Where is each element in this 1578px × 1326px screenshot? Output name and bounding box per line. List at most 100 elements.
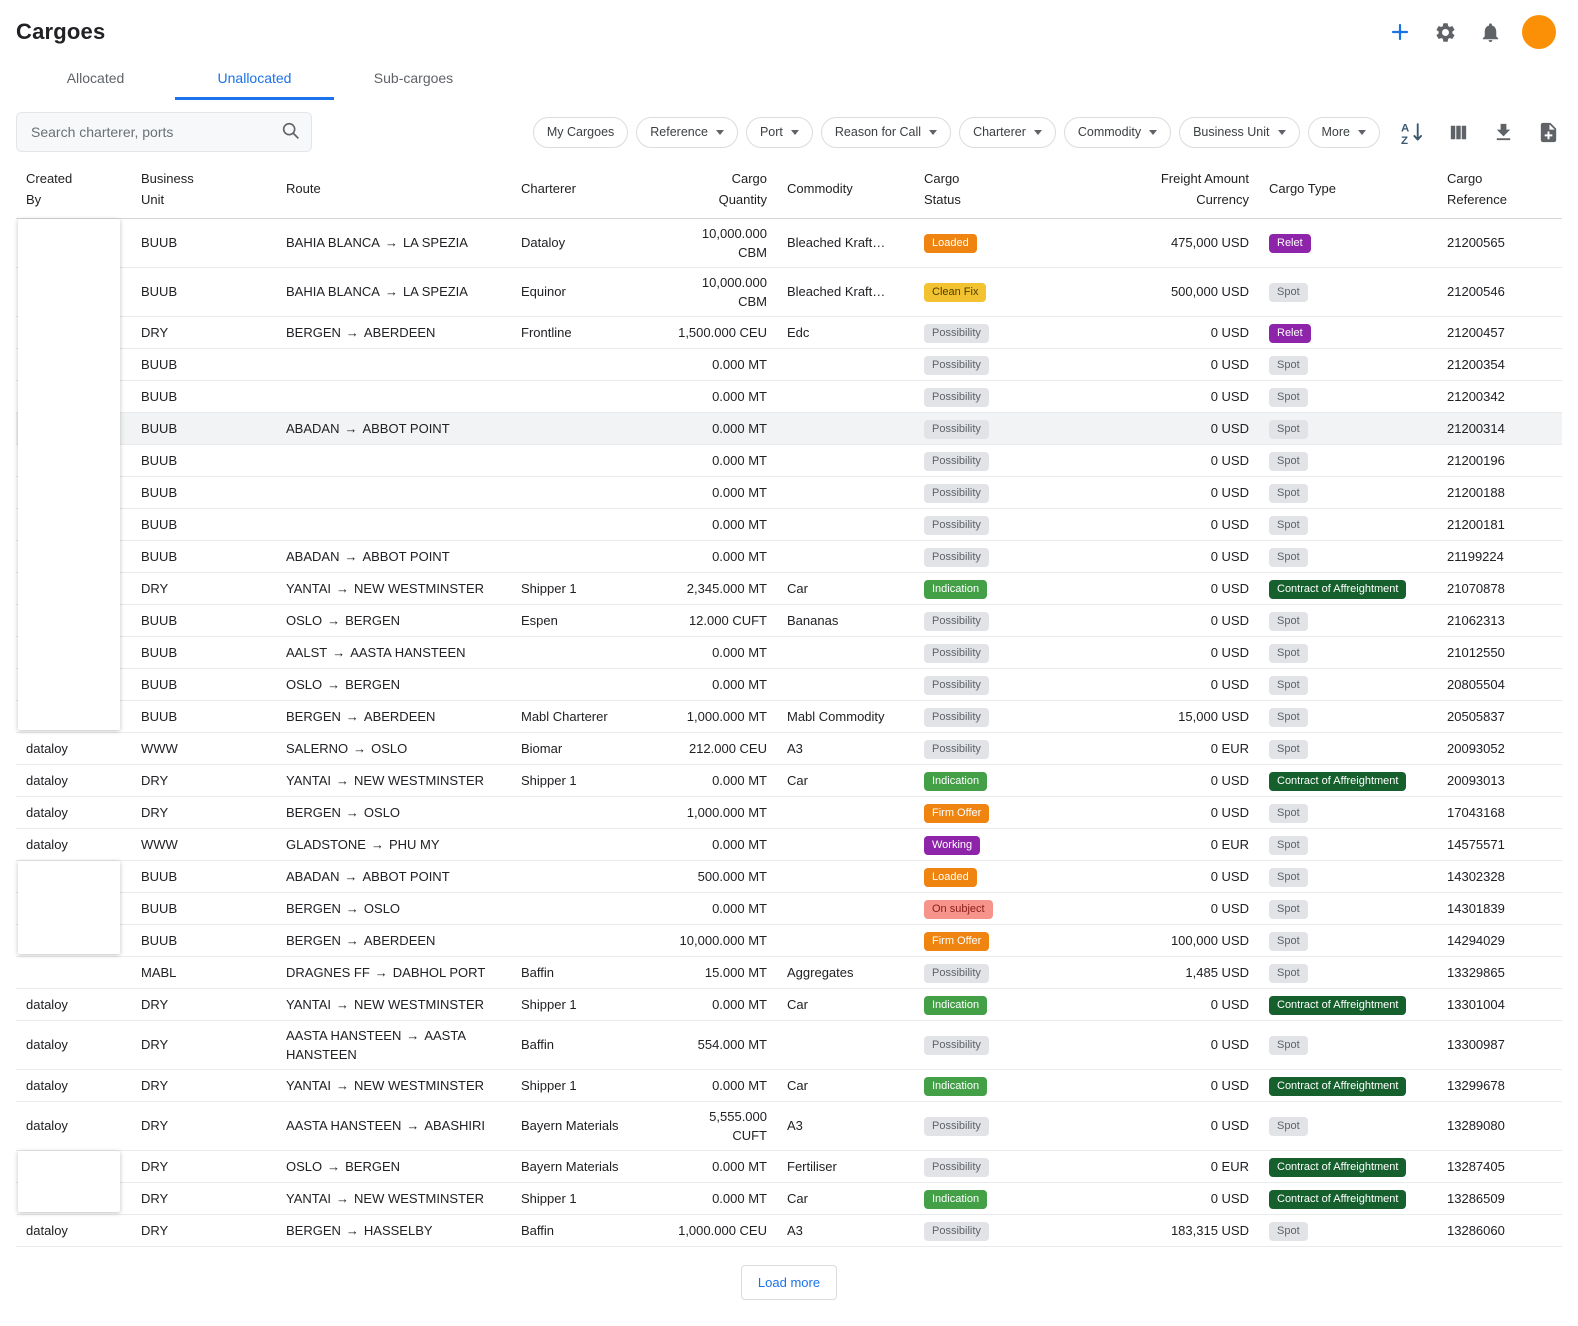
tab-allocated[interactable]: Allocated bbox=[16, 58, 175, 100]
table-row[interactable]: BUUB OSLO→BERGEN 0.000 MT Possibility 0 … bbox=[16, 668, 1562, 700]
filter-my-cargoes[interactable]: My Cargoes bbox=[533, 117, 628, 148]
table-row[interactable]: dataloy DRY YANTAI→NEW WESTMINSTER Shipp… bbox=[16, 1069, 1562, 1101]
table-row[interactable]: dataloy DRY YANTAI→NEW WESTMINSTER Shipp… bbox=[16, 764, 1562, 796]
column-header-commodity[interactable]: Commodity bbox=[777, 162, 914, 218]
route-destination: LA SPEZIA bbox=[403, 235, 468, 250]
table-row[interactable]: BUUB BAHIA BLANCA→LA SPEZIA Equinor 10,0… bbox=[16, 267, 1562, 316]
cell-cargo-quantity: 15.000 MT bbox=[661, 956, 777, 988]
cargo-type-badge: Spot bbox=[1269, 283, 1308, 302]
table-row[interactable]: BUUB BERGEN→ABERDEEN 10,000.000 MT Firm … bbox=[16, 924, 1562, 956]
cell-route: YANTAI→NEW WESTMINSTER bbox=[276, 1182, 511, 1214]
cell-business-unit: WWW bbox=[131, 732, 276, 764]
export-file-button[interactable] bbox=[1535, 119, 1562, 146]
cell-cargo-quantity: 1,000.000 MT bbox=[661, 700, 777, 732]
table-row[interactable]: BUUB 0.000 MT Possibility 0 USD Spot 212… bbox=[16, 508, 1562, 540]
column-header-business-unit[interactable]: BusinessUnit bbox=[131, 162, 276, 218]
table-row[interactable]: BUUB OSLO→BERGEN Espen 12.000 CUFT Banan… bbox=[16, 604, 1562, 636]
table-row[interactable]: dataloy WWW SALERNO→OSLO Biomar 212.000 … bbox=[16, 732, 1562, 764]
filter-commodity[interactable]: Commodity bbox=[1064, 117, 1171, 148]
filter-charterer[interactable]: Charterer bbox=[959, 117, 1056, 148]
cell-cargo-status: Firm Offer bbox=[914, 924, 1099, 956]
route-destination: OSLO bbox=[364, 901, 400, 916]
table-row[interactable]: DRY YANTAI→NEW WESTMINSTER Shipper 1 2,3… bbox=[16, 572, 1562, 604]
redacted-cell-overlay bbox=[18, 861, 120, 954]
cell-business-unit: MABL bbox=[131, 956, 276, 988]
column-header-cargo-status[interactable]: CargoStatus bbox=[914, 162, 1099, 218]
search-input[interactable] bbox=[16, 112, 312, 152]
cell-cargo-status: Possibility bbox=[914, 476, 1099, 508]
cell-commodity: Aggregates bbox=[777, 956, 914, 988]
table-row[interactable]: dataloy WWW GLADSTONE→PHU MY 0.000 MT Wo… bbox=[16, 828, 1562, 860]
table-row[interactable]: BUUB 0.000 MT Possibility 0 USD Spot 212… bbox=[16, 444, 1562, 476]
cell-cargo-type: Spot bbox=[1259, 412, 1437, 444]
notifications-button[interactable] bbox=[1477, 19, 1504, 46]
column-header-created-by[interactable]: CreatedBy bbox=[16, 162, 131, 218]
cargo-type-badge: Spot bbox=[1269, 452, 1308, 471]
table-row[interactable]: dataloy DRY YANTAI→NEW WESTMINSTER Shipp… bbox=[16, 988, 1562, 1020]
cell-route bbox=[276, 476, 511, 508]
tab-sub-cargoes[interactable]: Sub-cargoes bbox=[334, 58, 493, 100]
cell-freight-amount: 0 USD bbox=[1099, 1020, 1259, 1069]
cargo-table: CreatedByBusinessUnitRouteChartererCargo… bbox=[16, 162, 1562, 1247]
cell-cargo-quantity: 500.000 MT bbox=[661, 860, 777, 892]
avatar[interactable] bbox=[1522, 15, 1556, 49]
cell-cargo-status: Indication bbox=[914, 572, 1099, 604]
load-more-button[interactable]: Load more bbox=[741, 1265, 837, 1300]
filter-business-unit[interactable]: Business Unit bbox=[1179, 117, 1299, 148]
cell-commodity: A3 bbox=[777, 1214, 914, 1246]
cargo-type-badge: Spot bbox=[1269, 420, 1308, 439]
cell-cargo-reference: 13300987 bbox=[1437, 1020, 1562, 1069]
cell-charterer: Bayern Materials bbox=[511, 1150, 661, 1182]
cell-cargo-reference: 21200457 bbox=[1437, 316, 1562, 348]
cell-cargo-reference: 21200181 bbox=[1437, 508, 1562, 540]
columns-button[interactable] bbox=[1445, 119, 1472, 146]
table-row[interactable]: BUUB 0.000 MT Possibility 0 USD Spot 212… bbox=[16, 476, 1562, 508]
table-row[interactable]: DRY BERGEN→ABERDEEN Frontline 1,500.000 … bbox=[16, 316, 1562, 348]
table-row[interactable]: BUUB BAHIA BLANCA→LA SPEZIA Dataloy 10,0… bbox=[16, 218, 1562, 267]
download-button[interactable] bbox=[1490, 119, 1517, 146]
tabs: Allocated Unallocated Sub-cargoes bbox=[0, 58, 1578, 100]
table-row[interactable]: BUUB BERGEN→ABERDEEN Mabl Charterer 1,00… bbox=[16, 700, 1562, 732]
status-badge: Possibility bbox=[924, 708, 989, 727]
tab-unallocated[interactable]: Unallocated bbox=[175, 58, 334, 100]
table-row[interactable]: BUUB 0.000 MT Possibility 0 USD Spot 212… bbox=[16, 348, 1562, 380]
sort-alpha-button[interactable]: A Z bbox=[1398, 118, 1427, 147]
cell-freight-amount: 0 USD bbox=[1099, 668, 1259, 700]
settings-button[interactable] bbox=[1432, 19, 1459, 46]
table-row[interactable]: dataloy DRY AASTA HANSTEEN→ABASHIRI Baye… bbox=[16, 1101, 1562, 1150]
cell-cargo-type: Spot bbox=[1259, 892, 1437, 924]
column-header-freight-amount-currency[interactable]: Freight AmountCurrency bbox=[1099, 162, 1259, 218]
table-row[interactable]: DRY OSLO→BERGEN Bayern Materials 0.000 M… bbox=[16, 1150, 1562, 1182]
column-header-route[interactable]: Route bbox=[276, 162, 511, 218]
cell-charterer: Baffin bbox=[511, 1214, 661, 1246]
column-header-cargo-reference[interactable]: CargoReference bbox=[1437, 162, 1562, 218]
table-row[interactable]: MABL DRAGNES FF→DABHOL PORT Baffin 15.00… bbox=[16, 956, 1562, 988]
add-button[interactable] bbox=[1386, 18, 1414, 46]
cell-freight-amount: 0 USD bbox=[1099, 860, 1259, 892]
column-header-charterer[interactable]: Charterer bbox=[511, 162, 661, 218]
filter-port[interactable]: Port bbox=[746, 117, 813, 148]
cargo-type-badge: Spot bbox=[1269, 644, 1308, 663]
cargo-type-badge: Spot bbox=[1269, 676, 1308, 695]
filter-reason-for-call[interactable]: Reason for Call bbox=[821, 117, 951, 148]
column-header-cargo-quantity[interactable]: CargoQuantity bbox=[661, 162, 777, 218]
cell-cargo-status: Loaded bbox=[914, 860, 1099, 892]
column-header-cargo-type[interactable]: Cargo Type bbox=[1259, 162, 1437, 218]
table-row[interactable]: DRY YANTAI→NEW WESTMINSTER Shipper 1 0.0… bbox=[16, 1182, 1562, 1214]
route-origin: BERGEN bbox=[286, 1223, 341, 1238]
table-row[interactable]: dataloy DRY AASTA HANSTEEN→AASTA HANSTEE… bbox=[16, 1020, 1562, 1069]
table-row[interactable]: dataloy DRY BERGEN→HASSELBY Baffin 1,000… bbox=[16, 1214, 1562, 1246]
table-row[interactable]: dataloy DRY BERGEN→OSLO 1,000.000 MT Fir… bbox=[16, 796, 1562, 828]
table-row[interactable]: BUUB ABADAN→ABBOT POINT 0.000 MT Possibi… bbox=[16, 412, 1562, 444]
table-row[interactable]: BUUB BERGEN→OSLO 0.000 MT On subject 0 U… bbox=[16, 892, 1562, 924]
filter-more[interactable]: More bbox=[1308, 117, 1380, 148]
cell-cargo-type: Spot bbox=[1259, 924, 1437, 956]
table-row[interactable]: BUUB ABADAN→ABBOT POINT 0.000 MT Possibi… bbox=[16, 540, 1562, 572]
redacted-cell-overlay bbox=[18, 1151, 120, 1212]
route-origin: YANTAI bbox=[286, 997, 331, 1012]
table-row[interactable]: BUUB AALST→AASTA HANSTEEN 0.000 MT Possi… bbox=[16, 636, 1562, 668]
cell-cargo-status: Possibility bbox=[914, 348, 1099, 380]
filter-reference[interactable]: Reference bbox=[636, 117, 738, 148]
table-row[interactable]: BUUB ABADAN→ABBOT POINT 500.000 MT Loade… bbox=[16, 860, 1562, 892]
table-row[interactable]: BUUB 0.000 MT Possibility 0 USD Spot 212… bbox=[16, 380, 1562, 412]
